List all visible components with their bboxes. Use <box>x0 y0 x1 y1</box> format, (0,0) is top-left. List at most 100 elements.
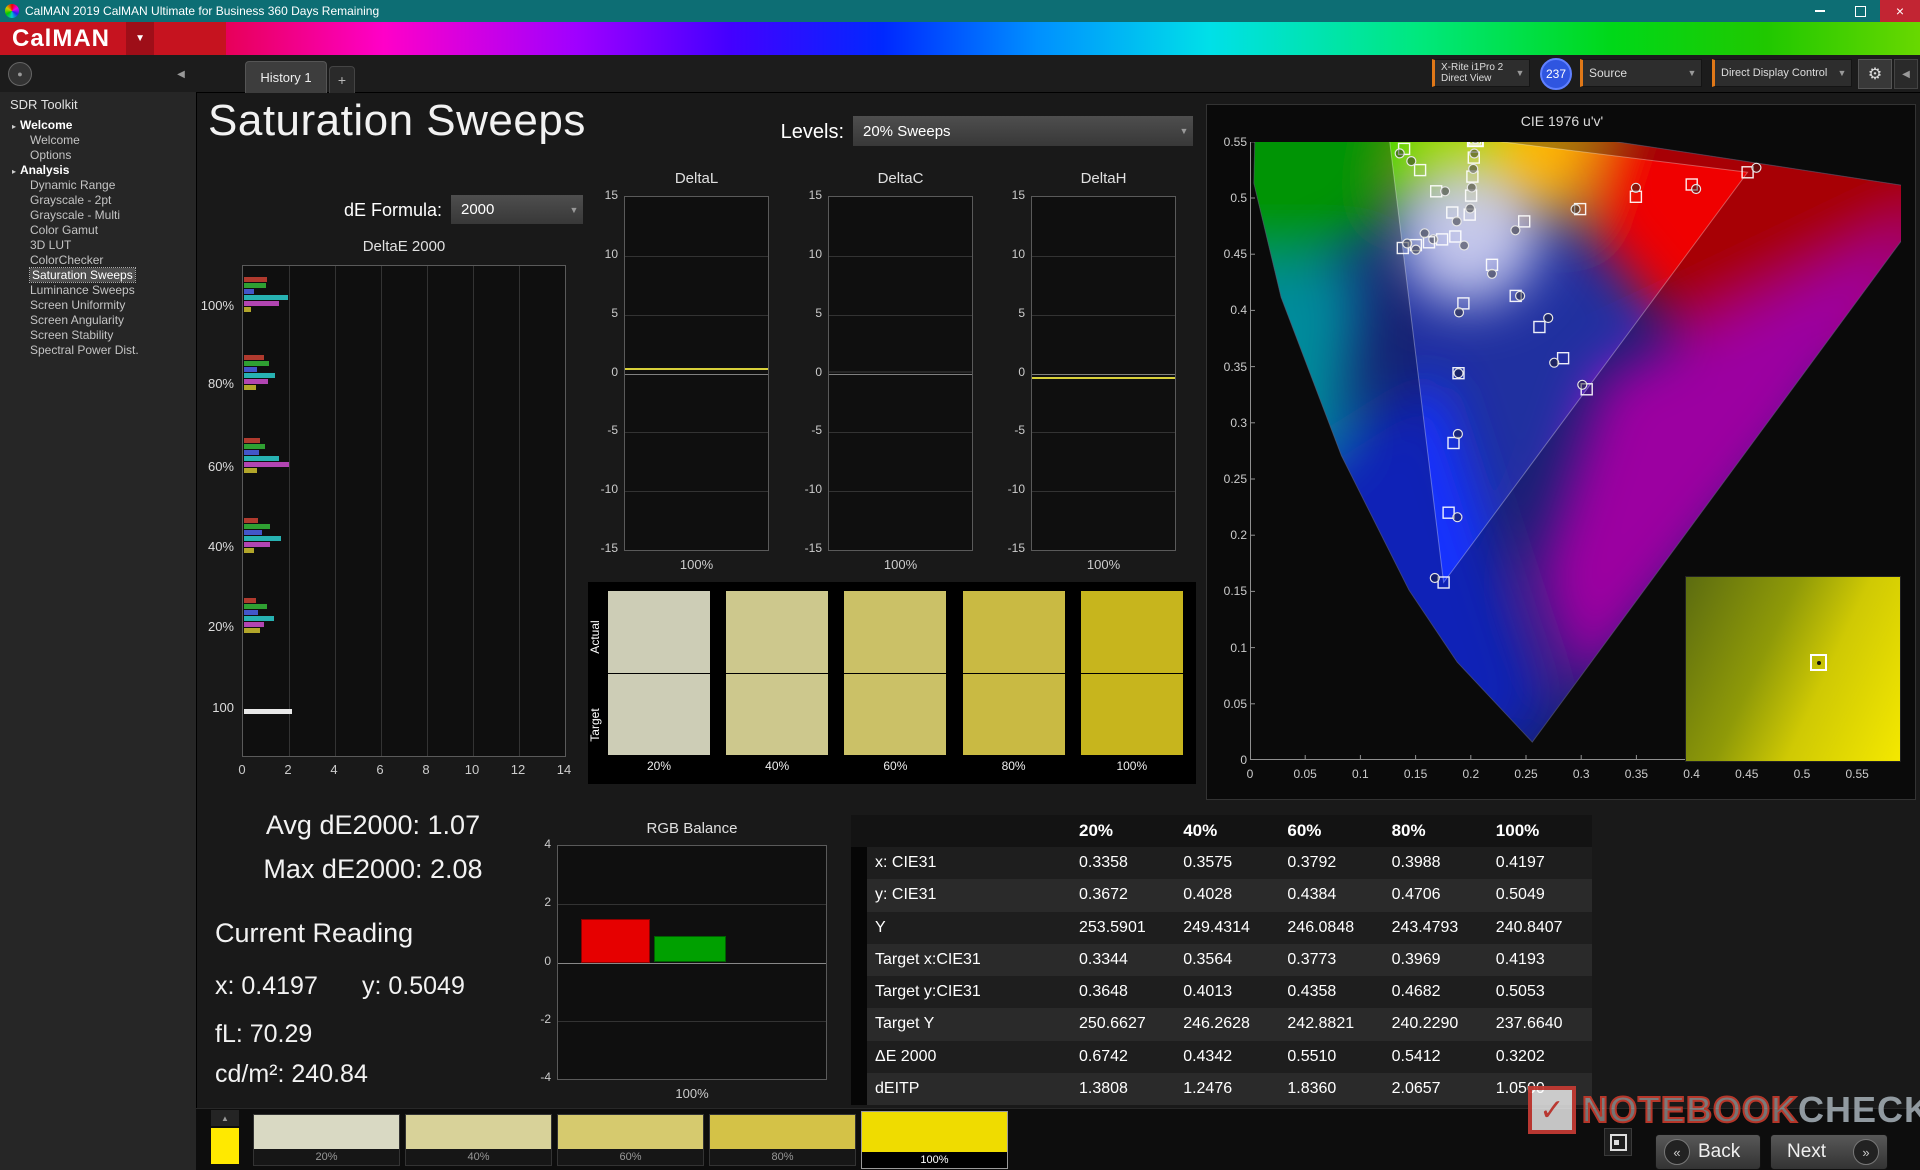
sidebar-item-screen-angularity[interactable]: Screen Angularity <box>0 313 196 328</box>
calman-logo[interactable]: CalMAN ▼ <box>0 22 226 55</box>
deltae-bar-yellow <box>244 628 260 633</box>
table-value-cell: 242.8821 <box>1287 1015 1355 1033</box>
cie-y-tick: 0.3 <box>1230 415 1247 430</box>
cie-y-tick: 0.2 <box>1230 528 1247 543</box>
expand-patch-panel-icon[interactable]: ▲ <box>211 1110 239 1126</box>
rgb-bar-r <box>581 918 650 963</box>
sidebar-item-welcome[interactable]: ▸ Welcome <box>0 118 196 133</box>
avg-de2000: Avg dE2000: 1.07 <box>265 810 481 840</box>
saturation-patch-button-40[interactable]: 40% <box>405 1114 552 1166</box>
sidebar-item-grayscale-multi[interactable]: Grayscale - Multi <box>0 208 196 223</box>
deltaC-x-label: 100% <box>883 557 918 572</box>
deltaH-measure-line <box>1032 377 1175 380</box>
table-header-row: 20% 40% 60% 80% 100% <box>851 815 1592 848</box>
sidebar-item-screen-stability[interactable]: Screen Stability <box>0 328 196 343</box>
workflow-tree: ▸ Welcome Welcome Options ▸ Analysis Dynamic R… <box>0 118 196 358</box>
next-button[interactable]: Next » <box>1770 1134 1888 1170</box>
deltaL-y-tick: 15 <box>604 188 618 202</box>
sidebar-item-colorchecker[interactable]: ColorChecker <box>0 253 196 268</box>
deltaH-plot <box>1031 196 1176 551</box>
reading-count-badge[interactable]: 237 <box>1540 58 1572 90</box>
rgb-y-tick: 2 <box>544 895 551 910</box>
sidebar-item-grayscale-2pt[interactable]: Grayscale - 2pt <box>0 193 196 208</box>
sidebar-title: SDR Toolkit <box>10 97 78 112</box>
sidebar-item-welcome[interactable]: Welcome <box>0 133 196 148</box>
deltae-bar-red <box>244 438 261 443</box>
current-cdm2: cd/m²: 240.84 <box>215 1060 368 1088</box>
back-chevrons-icon: « <box>1664 1139 1690 1165</box>
close-button[interactable]: × <box>1880 0 1920 22</box>
row-indicator <box>851 879 867 912</box>
swatch-100 <box>1080 591 1183 755</box>
cie-x-tick: 0 <box>1246 767 1254 781</box>
sidebar-item-luminance-sweeps[interactable]: Luminance Sweeps <box>0 283 196 298</box>
collapse-sidebar-icon[interactable]: ◀ <box>172 65 190 83</box>
back-button[interactable]: « Back <box>1655 1134 1761 1170</box>
add-tab-button[interactable]: + <box>329 66 355 93</box>
window-titlebar: CalMAN 2019 CalMAN Ultimate for Business… <box>0 0 1920 22</box>
cie-y-tick: 0.05 <box>1223 696 1247 711</box>
maximize-button[interactable] <box>1840 0 1880 22</box>
sidebar-item-dynamic-range[interactable]: Dynamic Range <box>0 178 196 193</box>
de-formula-dropdown[interactable]: 2000 ▼ <box>450 194 584 225</box>
sidebar-item-color-gamut[interactable]: Color Gamut <box>0 223 196 238</box>
de-formula-value: 2000 <box>461 201 495 218</box>
deltae-bar-red <box>244 598 256 603</box>
logo-dropdown-arrow-icon[interactable]: ▼ <box>126 22 155 55</box>
current-fl: fL: 70.29 <box>215 1020 313 1048</box>
cie-zoom-inset <box>1685 576 1901 762</box>
levels-dropdown[interactable]: 20% Sweeps ▼ <box>852 115 1194 147</box>
deltaC-plot <box>828 196 973 551</box>
tree-expand-icon[interactable]: ▸ <box>12 167 16 176</box>
row-label: dEITP <box>875 1079 920 1097</box>
gridline <box>558 904 826 906</box>
saturation-patch-button-60[interactable]: 60% <box>557 1114 704 1166</box>
table-value-cell: 0.3358 <box>1079 854 1128 872</box>
saturation-patch-button-100[interactable]: 100% <box>861 1111 1008 1169</box>
table-value-cell: 240.2290 <box>1391 1015 1459 1033</box>
deltae-chart-title: DeltaE 2000 <box>362 238 446 255</box>
panel-icon <box>1609 1133 1627 1151</box>
notebookcheck-watermark: ✓ NOTEBOOK CHECK <box>1528 1086 1920 1134</box>
display-control-dropdown[interactable]: Direct Display Control ▼ <box>1712 59 1852 87</box>
deltae-bar-yellow <box>244 307 252 312</box>
cie-x-tick: 0.15 <box>1403 767 1428 781</box>
deltae-x-tick: 10 <box>464 762 480 777</box>
gridline <box>558 962 826 964</box>
gridline <box>829 373 972 375</box>
collapse-right-panel-icon[interactable]: ◀ <box>1894 59 1918 89</box>
row-indicator <box>851 1040 867 1073</box>
saturation-patch-button-80[interactable]: 80% <box>709 1114 856 1166</box>
minimize-button[interactable] <box>1800 0 1840 22</box>
settings-button[interactable]: ⚙ <box>1858 59 1892 89</box>
table-value-cell: 253.5901 <box>1079 918 1146 936</box>
row-label: Target Y <box>875 1015 935 1033</box>
table-value-cell: 0.5510 <box>1287 1047 1337 1065</box>
gridline <box>625 373 768 375</box>
gridline <box>335 266 336 756</box>
patch-label: 80% <box>710 1149 855 1165</box>
sidebar-item-spectral-power-dist[interactable]: Spectral Power Dist. <box>0 343 196 358</box>
sidebar-item-3d-lut[interactable]: 3D LUT <box>0 238 196 253</box>
sidebar-item-saturation-sweeps[interactable]: Saturation Sweeps <box>0 267 196 283</box>
deltae-x-tick: 8 <box>422 762 430 777</box>
tab-history-1[interactable]: History 1 <box>245 61 327 93</box>
tree-expand-icon[interactable]: ▸ <box>12 122 16 131</box>
saturation-patch-button-20[interactable]: 20% <box>253 1114 400 1166</box>
deltae-bar-green <box>244 283 266 288</box>
deltae-bar-green <box>244 524 271 529</box>
swatch-20 <box>608 591 710 755</box>
swatch-label-60: 60% <box>883 759 908 773</box>
sidebar-item-options[interactable]: Options <box>0 148 196 163</box>
source-dropdown[interactable]: Source ▼ <box>1580 59 1702 87</box>
cie-chart-panel: CIE 1976 u'v' 0 0.05 0.1 0.15 0.2 0.25 0.3 0.35… <box>1206 99 1920 800</box>
sidebar-item-analysis[interactable]: ▸ Analysis <box>0 163 196 178</box>
table-value-cell: 0.4197 <box>1495 854 1545 872</box>
table-value-cell: 0.3969 <box>1391 950 1441 968</box>
table-value-cell: 0.3988 <box>1391 854 1441 872</box>
cie-y-tick: 0 <box>1240 753 1247 767</box>
workspace-menu-button[interactable]: ● <box>8 62 32 86</box>
meter-dropdown[interactable]: X-Rite i1Pro 2 Direct View ▼ <box>1432 59 1530 87</box>
chevron-down-icon: ▼ <box>1687 68 1697 78</box>
tab-label: History 1 <box>260 70 312 85</box>
